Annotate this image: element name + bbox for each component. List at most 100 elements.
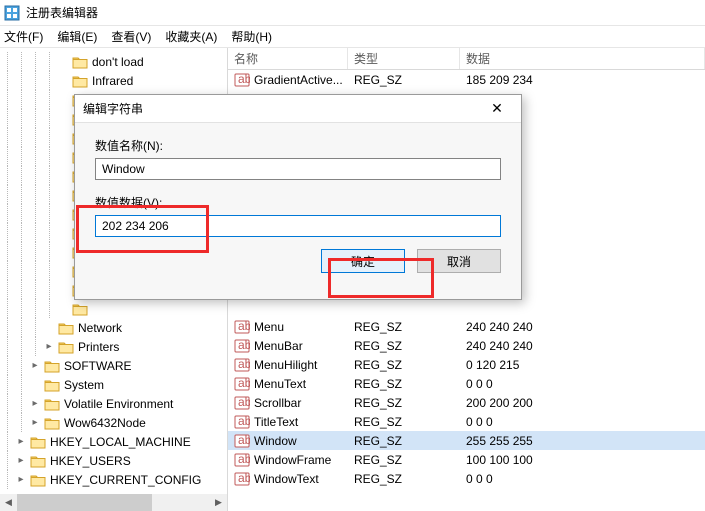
scroll-thumb[interactable] bbox=[17, 494, 152, 511]
list-row[interactable]: abGradientActive...REG_SZ185 209 234 bbox=[228, 70, 705, 89]
tree-item[interactable]: ▸HKEY_USERS bbox=[0, 451, 227, 470]
folder-icon bbox=[30, 454, 46, 468]
list-row[interactable]: abTitleTextREG_SZ0 0 0 bbox=[228, 412, 705, 431]
value-name-input[interactable] bbox=[95, 158, 501, 180]
reg-string-icon: ab bbox=[234, 452, 250, 468]
col-header-type[interactable]: 类型 bbox=[348, 48, 460, 69]
reg-string-icon: ab bbox=[234, 433, 250, 449]
menu-help[interactable]: 帮助(H) bbox=[231, 28, 272, 45]
expand-toggle-icon[interactable] bbox=[42, 318, 56, 337]
scroll-right-icon[interactable]: ▶ bbox=[210, 494, 227, 511]
list-row[interactable]: abMenuBarREG_SZ240 240 240 bbox=[228, 336, 705, 355]
dialog-titlebar[interactable]: 编辑字符串 ✕ bbox=[75, 95, 521, 123]
menu-view[interactable]: 查看(V) bbox=[111, 28, 151, 45]
col-header-data[interactable]: 数据 bbox=[460, 48, 705, 69]
expand-toggle-icon[interactable] bbox=[56, 242, 70, 261]
cell-type: REG_SZ bbox=[348, 453, 460, 467]
tree-item[interactable]: ▸ Wow6432Node bbox=[0, 413, 227, 432]
scroll-track[interactable] bbox=[17, 494, 210, 511]
expand-toggle-icon[interactable] bbox=[56, 223, 70, 242]
expand-toggle-icon[interactable] bbox=[56, 185, 70, 204]
cell-name: Window bbox=[254, 434, 297, 448]
expand-toggle-icon[interactable]: ▸ bbox=[14, 432, 28, 451]
tree-item[interactable]: ▸ Printers bbox=[0, 337, 227, 356]
tree-item[interactable]: ▸ Volatile Environment bbox=[0, 394, 227, 413]
folder-icon bbox=[30, 435, 46, 449]
ok-button[interactable]: 确定 bbox=[321, 249, 405, 273]
tree-item-label: HKEY_CURRENT_CONFIG bbox=[50, 473, 201, 487]
svg-text:ab: ab bbox=[238, 72, 250, 86]
close-icon[interactable]: ✕ bbox=[481, 97, 513, 121]
cell-type: REG_SZ bbox=[348, 73, 460, 87]
scroll-left-icon[interactable]: ◀ bbox=[0, 494, 17, 511]
cell-name: WindowFrame bbox=[254, 453, 331, 467]
expand-toggle-icon[interactable] bbox=[28, 375, 42, 394]
tree-item[interactable] bbox=[0, 299, 227, 318]
tree-item[interactable]: ▸SOFTWARE bbox=[0, 356, 227, 375]
list-row[interactable]: abMenuHilightREG_SZ0 120 215 bbox=[228, 355, 705, 374]
expand-toggle-icon[interactable] bbox=[56, 52, 70, 71]
svg-text:ab: ab bbox=[238, 376, 250, 390]
expand-toggle-icon[interactable] bbox=[56, 280, 70, 299]
tree-item-label: Volatile Environment bbox=[64, 397, 173, 411]
cell-type: REG_SZ bbox=[348, 320, 460, 334]
expand-toggle-icon[interactable]: ▸ bbox=[28, 356, 42, 375]
tree-item[interactable]: Infrared bbox=[0, 71, 227, 90]
expand-toggle-icon[interactable] bbox=[56, 299, 70, 318]
cancel-button[interactable]: 取消 bbox=[417, 249, 501, 273]
expand-toggle-icon[interactable] bbox=[56, 204, 70, 223]
list-row[interactable]: abWindowREG_SZ255 255 255 bbox=[228, 431, 705, 450]
list-row[interactable]: ab WindowFrame REG_SZ100 100 100 bbox=[228, 450, 705, 469]
tree-item[interactable]: don't load bbox=[0, 52, 227, 71]
expand-toggle-icon[interactable]: ▸ bbox=[28, 394, 42, 413]
list-row[interactable]: abMenuREG_SZ240 240 240 bbox=[228, 317, 705, 336]
tree-item[interactable]: ▸ HKEY_CURRENT_CONFIG bbox=[0, 470, 227, 489]
svg-text:ab: ab bbox=[238, 452, 250, 466]
col-header-name[interactable]: 名称 bbox=[228, 48, 348, 69]
expand-toggle-icon[interactable]: ▸ bbox=[28, 413, 42, 432]
expand-toggle-icon[interactable] bbox=[56, 90, 70, 109]
expand-toggle-icon[interactable] bbox=[56, 109, 70, 128]
tree-hscrollbar[interactable]: ◀ ▶ bbox=[0, 494, 227, 511]
expand-toggle-icon[interactable]: ▸ bbox=[14, 470, 28, 489]
expand-toggle-icon[interactable] bbox=[56, 166, 70, 185]
folder-icon bbox=[72, 55, 88, 69]
expand-toggle-icon[interactable] bbox=[56, 71, 70, 90]
dialog-title: 编辑字符串 bbox=[83, 100, 481, 117]
list-row[interactable] bbox=[228, 298, 705, 317]
cell-type: REG_SZ bbox=[348, 396, 460, 410]
expand-toggle-icon[interactable]: ▸ bbox=[42, 337, 56, 356]
svg-text:ab: ab bbox=[238, 414, 250, 428]
menu-edit[interactable]: 编辑(E) bbox=[57, 28, 97, 45]
list-row[interactable]: abMenuTextREG_SZ0 0 0 bbox=[228, 374, 705, 393]
cell-data: 200 200 200 bbox=[460, 396, 705, 410]
expand-toggle-icon[interactable]: ▸ bbox=[14, 451, 28, 470]
expand-toggle-icon[interactable] bbox=[56, 147, 70, 166]
tree-item-label: System bbox=[64, 378, 104, 392]
tree-item[interactable]: ▸HKEY_LOCAL_MACHINE bbox=[0, 432, 227, 451]
expand-toggle-icon[interactable] bbox=[56, 128, 70, 147]
list-row[interactable]: abScrollbarREG_SZ200 200 200 bbox=[228, 393, 705, 412]
tree-item-label: Wow6432Node bbox=[64, 416, 146, 430]
tree-item[interactable]: System bbox=[0, 375, 227, 394]
cell-type: REG_SZ bbox=[348, 415, 460, 429]
cell-name: Scrollbar bbox=[254, 396, 301, 410]
menu-file[interactable]: 文件(F) bbox=[4, 28, 43, 45]
reg-string-icon: ab bbox=[234, 338, 250, 354]
cell-data: 100 100 100 bbox=[460, 453, 705, 467]
folder-icon bbox=[58, 321, 74, 335]
tree-item-label: Printers bbox=[78, 340, 119, 354]
reg-string-icon: ab bbox=[234, 376, 250, 392]
value-data-input[interactable] bbox=[95, 215, 501, 237]
reg-string-icon: ab bbox=[234, 357, 250, 373]
cell-data: 0 0 0 bbox=[460, 472, 705, 486]
list-row[interactable]: abWindowTextREG_SZ0 0 0 bbox=[228, 469, 705, 488]
tree-item[interactable]: Network bbox=[0, 318, 227, 337]
menu-favorites[interactable]: 收藏夹(A) bbox=[165, 28, 217, 45]
cell-name: WindowText bbox=[254, 472, 319, 486]
expand-toggle-icon[interactable] bbox=[56, 261, 70, 280]
cell-data: 240 240 240 bbox=[460, 339, 705, 353]
value-name-label: 数值名称(N): bbox=[95, 137, 501, 154]
regedit-icon bbox=[4, 5, 20, 21]
tree-item-label: Infrared bbox=[92, 74, 133, 88]
